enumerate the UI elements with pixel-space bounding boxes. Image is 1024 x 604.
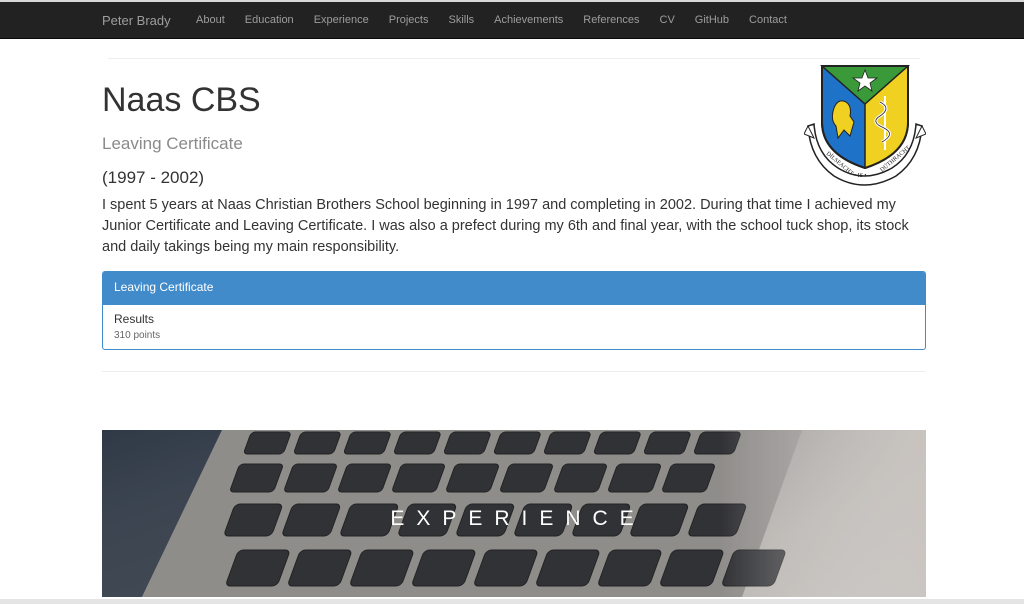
- section-divider: [108, 58, 920, 59]
- school-years: (1997 - 2002): [102, 168, 205, 187]
- results-value: 310 points: [114, 330, 161, 341]
- school-subtitle: Leaving Certificate: [102, 134, 243, 153]
- nav-item-education[interactable]: Education: [235, 2, 304, 39]
- experience-hero-banner: EXPERIENCE: [102, 430, 926, 597]
- nav-item-about[interactable]: About: [186, 2, 235, 39]
- nav-item-skills[interactable]: Skills: [438, 2, 484, 39]
- navbar-brand[interactable]: Peter Brady: [102, 2, 171, 39]
- nav-item-cv[interactable]: CV: [650, 2, 685, 39]
- school-crest-logo: DÍLSEACHT • IS • DÚTHRACHT: [804, 65, 926, 186]
- nav-item-contact[interactable]: Contact: [739, 2, 797, 39]
- nav-item-github[interactable]: GitHub: [685, 2, 739, 39]
- bottom-strip: [0, 599, 1024, 604]
- nav-menu: About Education Experience Projects Skil…: [186, 2, 797, 39]
- nav-item-references[interactable]: References: [573, 2, 649, 39]
- navbar: Peter Brady About Education Experience P…: [0, 2, 1024, 39]
- nav-item-experience[interactable]: Experience: [304, 2, 379, 39]
- nav-item-achievements[interactable]: Achievements: [484, 2, 573, 39]
- leaving-cert-panel: Leaving Certificate Results 310 points: [102, 271, 926, 350]
- panel-heading: Leaving Certificate: [103, 272, 925, 305]
- panel-body: Results 310 points: [103, 305, 925, 349]
- svg-text:• IS •: • IS •: [854, 173, 867, 179]
- school-description: I spent 5 years at Naas Christian Brothe…: [102, 197, 909, 255]
- results-label: Results: [114, 312, 155, 326]
- section-divider: [102, 371, 926, 372]
- school-title: Naas CBS: [102, 81, 261, 119]
- hero-title: EXPERIENCE: [390, 507, 646, 530]
- nav-item-projects[interactable]: Projects: [379, 2, 439, 39]
